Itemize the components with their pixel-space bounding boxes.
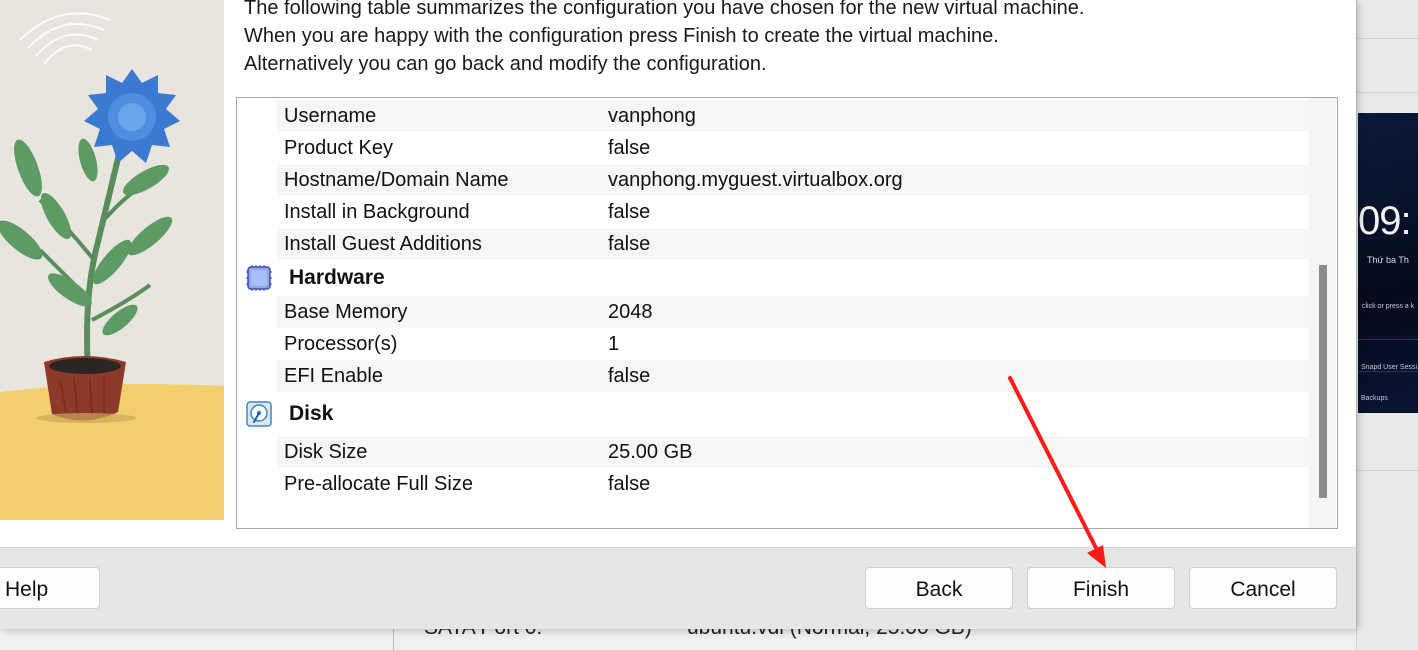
- preview-clock: 09:: [1358, 199, 1412, 243]
- row-key: Processor(s): [284, 333, 398, 355]
- divider: [1356, 470, 1418, 471]
- row-value: false: [608, 365, 651, 387]
- row-value: 1: [608, 333, 620, 355]
- preview-hint: click or press a k: [1362, 303, 1415, 310]
- preview-divider: [1358, 371, 1418, 372]
- row-key: Install in Background: [284, 201, 470, 223]
- divider: [1356, 92, 1418, 93]
- section-title: Hardware: [289, 266, 385, 289]
- row-value: false: [608, 473, 651, 495]
- hard-disk-icon: [246, 401, 272, 427]
- preview-date: Thứ ba Th: [1367, 255, 1409, 265]
- preview-row: Backups: [1361, 395, 1388, 402]
- vm-preview-thumbnail[interactable]: 09: Thứ ba Th click or press a k Snapd U…: [1358, 113, 1418, 413]
- row-value: false: [608, 137, 651, 159]
- row-key: Username: [284, 105, 377, 127]
- row-value: 25.00 GB: [608, 441, 693, 463]
- section-disk[interactable]: Disk: [237, 396, 1309, 432]
- scrollbar-thumb[interactable]: [1319, 265, 1327, 498]
- summary-table[interactable]: Username vanphong Product Key false Host…: [236, 97, 1338, 529]
- table-row[interactable]: Base Memory 2048: [277, 296, 1309, 328]
- vertical-scrollbar[interactable]: [1309, 98, 1336, 528]
- description-line: When you are happy with the configuratio…: [244, 25, 999, 47]
- help-button[interactable]: Help: [0, 567, 100, 609]
- finish-button[interactable]: Finish: [1027, 567, 1175, 609]
- row-key: EFI Enable: [284, 365, 383, 387]
- dialog-button-bar: Help Back Finish Cancel: [0, 547, 1356, 629]
- summary-description: The following table summarizes the confi…: [244, 0, 1084, 78]
- divider: [1356, 38, 1418, 39]
- preview-divider: [1358, 339, 1418, 340]
- cancel-button[interactable]: Cancel: [1189, 567, 1337, 609]
- wizard-illustration: [0, 0, 224, 520]
- row-key: Hostname/Domain Name: [284, 169, 509, 191]
- table-row[interactable]: Disk Size 25.00 GB: [277, 436, 1309, 468]
- row-value: 2048: [608, 301, 653, 323]
- row-key: Base Memory: [284, 301, 408, 323]
- row-key: Pre-allocate Full Size: [284, 473, 473, 495]
- new-vm-summary-dialog: The following table summarizes the confi…: [0, 0, 1356, 629]
- table-row[interactable]: Processor(s) 1: [277, 328, 1309, 360]
- row-value: false: [608, 201, 651, 223]
- section-hardware[interactable]: Hardware: [237, 260, 1309, 296]
- description-line: Alternatively you can go back and modify…: [244, 53, 767, 75]
- table-row[interactable]: Install Guest Additions false: [277, 228, 1309, 260]
- table-row[interactable]: Hostname/Domain Name vanphong.myguest.vi…: [277, 164, 1309, 196]
- chip-icon: [246, 265, 272, 291]
- row-value: vanphong: [608, 105, 696, 127]
- table-row[interactable]: Install in Background false: [277, 196, 1309, 228]
- back-button[interactable]: Back: [865, 567, 1013, 609]
- preview-row: Snapd User Sessi: [1361, 364, 1418, 371]
- row-key: Product Key: [284, 137, 393, 159]
- row-key: Install Guest Additions: [284, 233, 482, 255]
- section-title: Disk: [289, 402, 334, 425]
- table-row[interactable]: Pre-allocate Full Size false: [277, 468, 1309, 500]
- description-line: The following table summarizes the confi…: [244, 0, 1085, 19]
- row-key: Disk Size: [284, 441, 368, 463]
- table-row[interactable]: Product Key false: [277, 132, 1309, 164]
- row-value: vanphong.myguest.virtualbox.org: [608, 169, 903, 191]
- potted-flower-illustration: [0, 0, 224, 520]
- table-row[interactable]: Username vanphong: [277, 100, 1309, 132]
- row-value: false: [608, 233, 651, 255]
- table-row[interactable]: EFI Enable false: [277, 360, 1309, 392]
